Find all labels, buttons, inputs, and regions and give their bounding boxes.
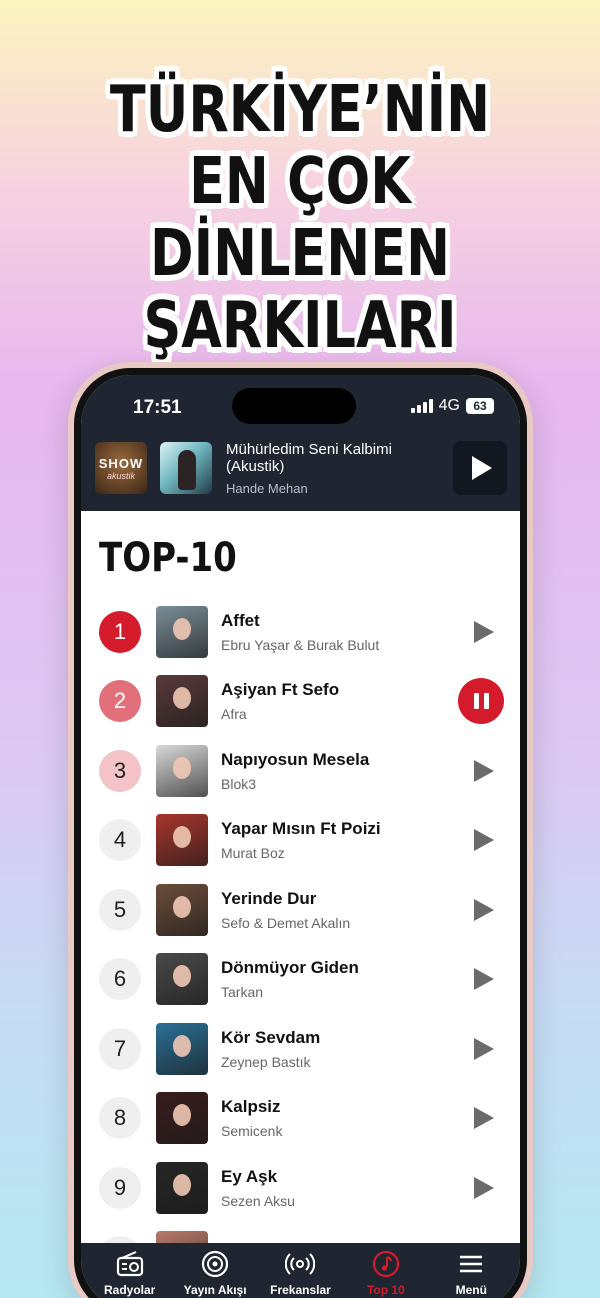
- app-screen: 17:51 4G 63 SHOW akustik Mühürledim Seni…: [81, 375, 520, 1298]
- album-cover: [156, 1022, 208, 1075]
- network-label: 4G: [438, 397, 460, 414]
- play-icon[interactable]: [474, 1107, 494, 1130]
- tab-hamburger-menu[interactable]: Menü: [431, 1249, 511, 1298]
- rank-badge: 9: [99, 1166, 141, 1209]
- track-row[interactable]: 1 Affet Ebru Yaşar & Burak Bulut: [81, 597, 520, 667]
- hamburger-menu-icon: [456, 1249, 486, 1279]
- rank-badge: 7: [99, 1027, 141, 1070]
- promo-line-3: ŞARKILARI: [143, 289, 457, 363]
- tab-broadcast[interactable]: Yayın Akışı: [175, 1249, 255, 1298]
- frequency-icon: [285, 1249, 316, 1279]
- track-row[interactable]: 2 Aşiyan Ft Sefo Afra: [81, 667, 520, 737]
- pause-button[interactable]: [458, 678, 504, 725]
- play-icon[interactable]: [474, 1037, 494, 1060]
- tab-radio[interactable]: Radyolar: [90, 1249, 170, 1298]
- broadcast-icon: [200, 1249, 230, 1279]
- track-row[interactable]: 4 Yapar Mısın Ft Poizi Murat Boz: [81, 806, 520, 876]
- now-playing-info: Mühürledim Seni Kalbimi (Akustik) Hande …: [226, 441, 453, 496]
- phone-frame: 17:51 4G 63 SHOW akustik Mühürledim Seni…: [68, 362, 533, 1298]
- track-row[interactable]: 5 Yerinde Dur Sefo & Demet Akalın: [81, 875, 520, 945]
- tab-label: Frekanslar: [270, 1283, 331, 1297]
- rank-badge: 5: [99, 888, 141, 931]
- phone-bezel: 17:51 4G 63 SHOW akustik Mühürledim Seni…: [74, 368, 527, 1298]
- status-time: 17:51: [133, 397, 182, 418]
- track-row[interactable]: 6 Dönmüyor Giden Tarkan: [81, 945, 520, 1015]
- now-playing-cover: [160, 442, 212, 494]
- play-icon[interactable]: [474, 1176, 494, 1199]
- rank-badge: 1: [99, 610, 141, 653]
- album-cover: [156, 744, 208, 797]
- dynamic-island: [232, 388, 356, 424]
- now-playing-artist: Hande Mehan: [226, 480, 308, 496]
- rank-badge: 8: [99, 1097, 141, 1140]
- promo-line-1: TÜRKİYE’NİN: [109, 73, 491, 147]
- station-logo[interactable]: SHOW akustik: [95, 442, 147, 494]
- pause-icon: [483, 693, 489, 710]
- now-playing-bar[interactable]: SHOW akustik Mühürledim Seni Kalbimi (Ak…: [95, 439, 507, 497]
- play-icon[interactable]: [474, 620, 494, 643]
- play-icon[interactable]: [474, 968, 494, 991]
- rank-badge: 2: [99, 680, 141, 723]
- station-logo-subtext: akustik: [106, 470, 135, 481]
- album-cover: [156, 675, 208, 728]
- radio-icon: [115, 1249, 145, 1279]
- track-list: 1 Affet Ebru Yaşar & Burak Bulut 2 Aşiyan Ft…: [81, 597, 520, 1292]
- play-icon[interactable]: [474, 759, 494, 782]
- tab-label: Menü: [455, 1283, 487, 1297]
- track-row[interactable]: 3 Napıyosun Mesela Blok3: [81, 736, 520, 806]
- station-logo-text: SHOW: [98, 455, 144, 471]
- now-playing-title: Mühürledim Seni Kalbimi (Akustik): [226, 440, 392, 475]
- rank-badge: 4: [99, 819, 141, 862]
- album-cover: [156, 1161, 208, 1214]
- album-cover: [156, 953, 208, 1006]
- rank-badge: 3: [99, 749, 141, 792]
- tab-label: Top 10: [366, 1283, 405, 1297]
- track-row[interactable]: 8 Kalpsiz Semicenk: [81, 1084, 520, 1154]
- track-row[interactable]: 9 Ey Aşk Sezen Aksu: [81, 1153, 520, 1223]
- battery-icon: 63: [466, 398, 494, 414]
- album-cover: [156, 605, 208, 658]
- list-heading: TOP-10: [99, 535, 237, 581]
- status-indicators: 4G 63: [410, 397, 494, 415]
- play-icon: [472, 456, 492, 480]
- tab-frequency[interactable]: Frekanslar: [260, 1249, 340, 1298]
- tab-label: Yayın Akışı: [183, 1283, 247, 1297]
- signal-icon: [410, 399, 433, 413]
- bottom-tab-bar: Radyolar Yayın Akışı Frekanslar Top 10 Menü: [81, 1243, 520, 1298]
- header-bar: 17:51 4G 63 SHOW akustik Mühürledim Seni…: [81, 375, 520, 511]
- album-cover: [156, 814, 208, 867]
- promo-line-2: EN ÇOK DİNLENEN: [150, 145, 450, 291]
- promo-headline: TÜRKİYE’NİN EN ÇOK DİNLENEN ŞARKILARI: [0, 74, 600, 362]
- tab-label: Radyolar: [104, 1283, 156, 1297]
- track-row[interactable]: 7 Kör Sevdam Zeynep Bastık: [81, 1014, 520, 1084]
- play-icon[interactable]: [474, 898, 494, 921]
- now-playing-play-button[interactable]: [453, 441, 507, 495]
- rank-badge: 6: [99, 958, 141, 1001]
- tab-music-note[interactable]: Top 10: [346, 1249, 426, 1298]
- album-cover: [156, 1092, 208, 1145]
- album-cover: [156, 883, 208, 936]
- play-icon[interactable]: [474, 829, 494, 852]
- pause-icon: [473, 693, 479, 710]
- music-note-icon: [371, 1249, 401, 1279]
